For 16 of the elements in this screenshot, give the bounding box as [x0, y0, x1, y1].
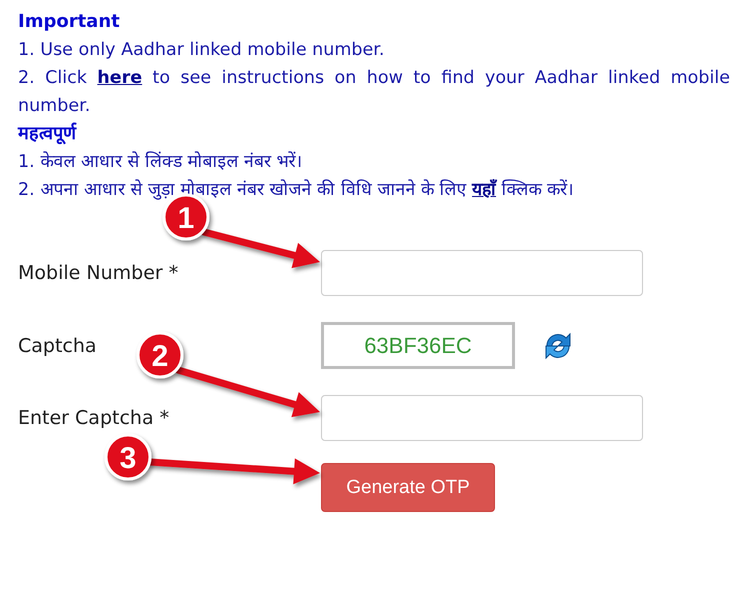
notice-heading: महत्वपूर्ण: [18, 122, 78, 146]
captcha-image: 63BF36EC: [321, 322, 515, 369]
input-field[interactable]: [321, 250, 643, 296]
notice-text: 1. Use only Aadhar linked mobile number.: [18, 39, 386, 62]
input-field[interactable]: [321, 395, 643, 441]
instructions-link[interactable]: here: [97, 68, 142, 88]
field-label: Captcha: [18, 334, 97, 356]
instructions-link[interactable]: यहाँ: [472, 180, 496, 200]
notice-text: 1. केवल आधार से लिंक्ड मोबाइल नंबर भरें।: [18, 150, 304, 174]
step-number-badge: 3: [104, 434, 152, 480]
field-label: Enter Captcha *: [18, 407, 170, 429]
generate-otp-button[interactable]: Generate OTP: [321, 463, 495, 512]
notice-heading: Important: [18, 10, 121, 34]
notice-text: 2. Click here to see instructions on how to find your Aadhar linked mobile number.: [18, 67, 730, 118]
step-number-badge: 2: [136, 332, 184, 378]
field-label: Mobile Number *: [18, 262, 178, 284]
